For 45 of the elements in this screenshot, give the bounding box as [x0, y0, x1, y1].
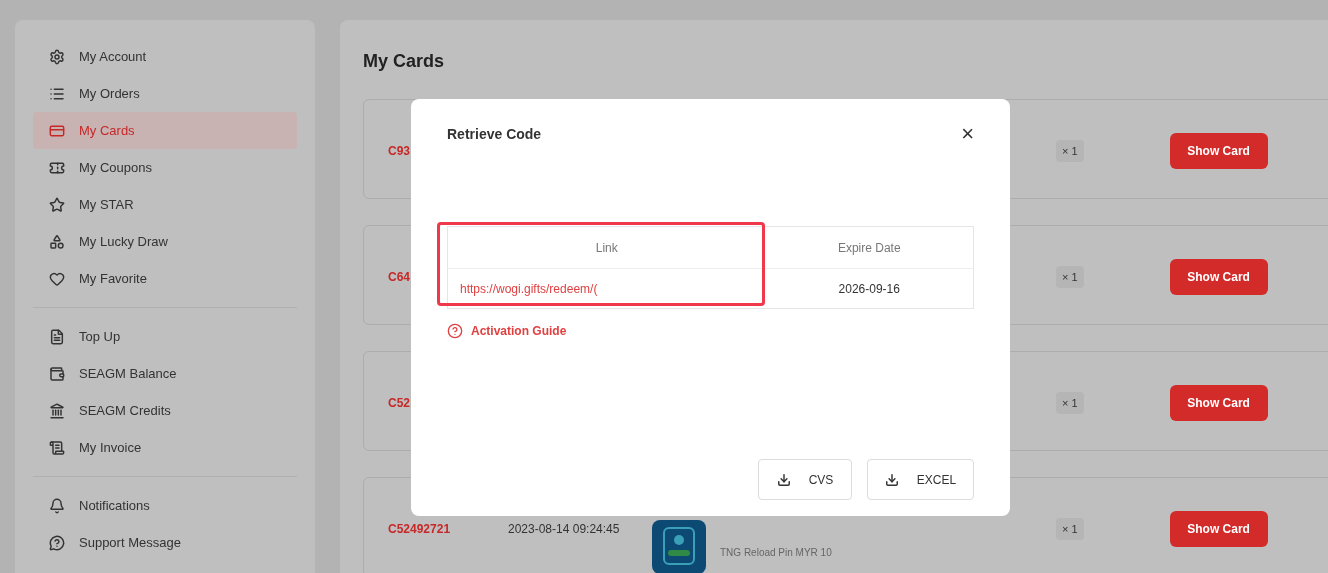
- column-header: Expire Date: [765, 226, 974, 269]
- wallet-icon: [49, 365, 65, 382]
- download-icon: [884, 472, 899, 487]
- sidebar-item[interactable]: SEAGM Credits: [33, 392, 297, 429]
- question-icon: [49, 534, 65, 551]
- order-date: 2023-08-14 09:24:45: [508, 521, 621, 538]
- sidebar-item[interactable]: My Lucky Draw: [33, 223, 297, 260]
- document-icon: [49, 328, 65, 345]
- page-title: My Cards: [363, 50, 446, 73]
- star-icon: [49, 196, 65, 213]
- quantity-badge: × 1: [1056, 139, 1084, 163]
- bell-icon: [49, 497, 65, 514]
- sidebar-item[interactable]: Top Up: [33, 318, 297, 355]
- modal-title: Retrieve Code: [447, 124, 542, 144]
- sidebar-item[interactable]: My Favorite: [33, 260, 297, 297]
- show-card-button[interactable]: Show Card: [1169, 133, 1268, 169]
- column-header: Link: [447, 226, 766, 269]
- product-subtitle: TNG Reload Pin MYR 10: [720, 546, 832, 560]
- help-icon: [447, 323, 463, 339]
- download-button[interactable]: CVS: [758, 459, 852, 500]
- heart-icon: [49, 270, 65, 287]
- download-button[interactable]: EXCEL: [867, 459, 974, 500]
- quantity-badge: × 1: [1056, 265, 1084, 289]
- quantity-badge: × 1: [1056, 391, 1084, 415]
- table-cell: 2026-09-16: [765, 268, 974, 309]
- sidebar-item[interactable]: My Invoice: [33, 429, 297, 466]
- show-card-button[interactable]: Show Card: [1169, 385, 1268, 421]
- activation-guide-link[interactable]: Activation Guide: [447, 322, 974, 340]
- download-icon: [776, 472, 791, 487]
- sidebar-item[interactable]: Notifications: [33, 487, 297, 524]
- redeem-link[interactable]: https://wogi.gifts/redeem/(: [447, 268, 766, 309]
- show-card-button[interactable]: Show Card: [1169, 511, 1268, 547]
- sidebar-item[interactable]: My Account: [33, 38, 297, 75]
- show-card-button[interactable]: Show Card: [1169, 259, 1268, 295]
- quantity-badge: × 1: [1056, 517, 1084, 541]
- sidebar-item[interactable]: My STAR: [33, 186, 297, 223]
- gear-icon: [49, 48, 65, 65]
- invoice-icon: [49, 439, 65, 456]
- shapes-icon: [49, 233, 65, 250]
- sidebar-item[interactable]: My Coupons: [33, 149, 297, 186]
- sidebar-item[interactable]: SEAGM Balance: [33, 355, 297, 392]
- sidebar-item[interactable]: My Orders: [33, 75, 297, 112]
- sidebar-item[interactable]: Support Message: [33, 524, 297, 561]
- bank-icon: [49, 402, 65, 419]
- close-button[interactable]: ×: [961, 123, 974, 145]
